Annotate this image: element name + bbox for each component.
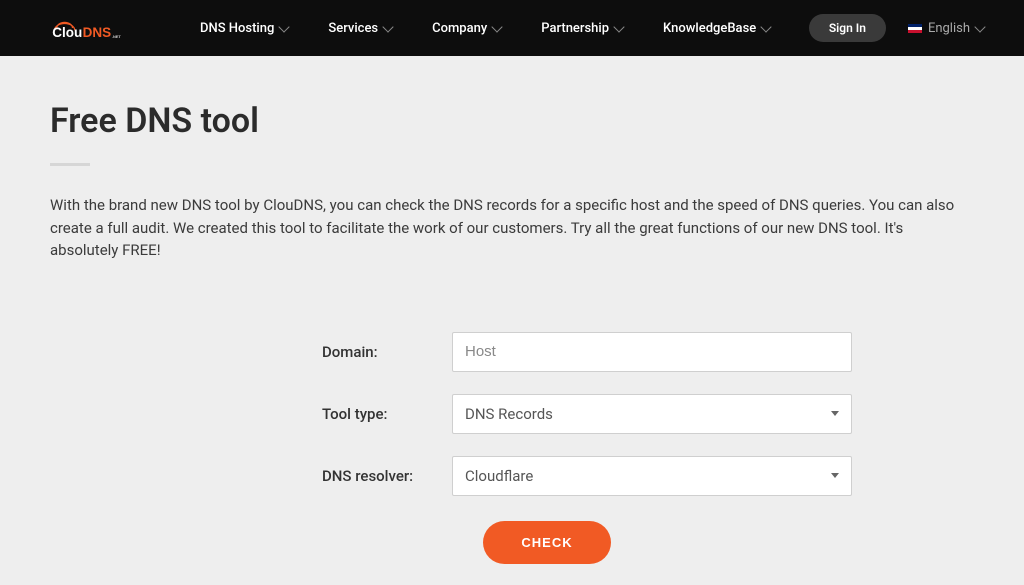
dns-tool-form: Domain: Tool type: DNS Records DNS resol… [122,332,902,564]
domain-row: Domain: [322,332,902,372]
dropdown-icon [831,411,839,416]
chevron-down-icon [974,21,985,32]
resolver-row: DNS resolver: Cloudflare [322,456,902,496]
nav-partnership[interactable]: Partnership [541,21,623,36]
resolver-value: Cloudflare [465,467,533,485]
tooltype-value: DNS Records [465,405,553,423]
nav-label: Company [432,21,487,36]
title-underline [50,163,90,166]
page-title: Free DNS tool [50,101,974,141]
submit-row: CHECK [322,521,902,564]
main-nav: DNS Hosting Services Company Partnership… [200,21,809,36]
language-label: English [928,21,970,36]
top-navigation: Clou DNS .NET DNS Hosting Services Compa… [0,0,1024,56]
nav-label: DNS Hosting [200,21,274,36]
tooltype-select[interactable]: DNS Records [452,394,852,434]
tooltype-label: Tool type: [322,405,452,423]
check-button[interactable]: CHECK [483,521,610,564]
svg-text:DNS: DNS [83,25,112,40]
flag-icon [908,24,922,33]
nav-services[interactable]: Services [328,21,392,36]
page-content: Free DNS tool With the brand new DNS too… [0,56,1024,564]
chevron-down-icon [492,21,503,32]
domain-label: Domain: [322,343,452,361]
nav-company[interactable]: Company [432,21,501,36]
resolver-select[interactable]: Cloudflare [452,456,852,496]
chevron-down-icon [613,21,624,32]
language-selector[interactable]: English [908,21,984,36]
page-description: With the brand new DNS tool by ClouDNS, … [50,194,970,262]
nav-label: KnowledgeBase [663,21,756,36]
nav-right: Sign In English [809,14,984,42]
chevron-down-icon [382,21,393,32]
nav-dns-hosting[interactable]: DNS Hosting [200,21,288,36]
nav-label: Services [328,21,378,36]
svg-text:Clou: Clou [52,25,82,40]
chevron-down-icon [279,21,290,32]
tooltype-row: Tool type: DNS Records [322,394,902,434]
signin-button[interactable]: Sign In [809,14,886,42]
resolver-label: DNS resolver: [322,467,452,485]
chevron-down-icon [761,21,772,32]
svg-text:.NET: .NET [112,34,122,39]
nav-knowledgebase[interactable]: KnowledgeBase [663,21,770,36]
dropdown-icon [831,473,839,478]
nav-label: Partnership [541,21,609,36]
logo[interactable]: Clou DNS .NET [50,13,140,43]
domain-input[interactable] [452,332,852,372]
